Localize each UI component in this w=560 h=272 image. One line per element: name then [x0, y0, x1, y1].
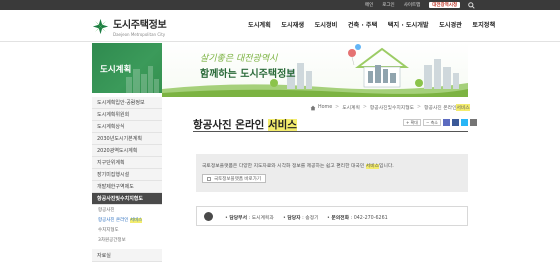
site-subtitle: Daejeon Metropolitan City — [113, 32, 166, 37]
info-text-end: 입니다. — [379, 164, 394, 169]
nav-building-housing[interactable]: 건축 · 주택 — [348, 20, 377, 29]
site-title: 도시주택정보 — [113, 20, 167, 31]
sitemap-link[interactable]: 사이트맵 — [404, 2, 421, 8]
buildings-illustration — [126, 66, 159, 93]
breadcrumb-level1[interactable]: 도시계획 — [342, 104, 360, 111]
print-icon[interactable] — [443, 119, 450, 126]
nav-urban-regeneration[interactable]: 도시재생 — [281, 20, 304, 29]
breadcrumb: Home > 도시계획 > 항공사진및수치지형도 > 항공사진 온라인 서비스 — [310, 104, 470, 111]
top-banner: 살기좋은 대전광역시 함께하는 도시주택정보 — [162, 43, 468, 97]
sidebar-menu: 도시계획입안·공람정보 도시계획위원회 도시계획상식 2030년도시기본계획 2… — [92, 97, 162, 262]
sidebar-item-greenbelt[interactable]: 개발제한구역제도 — [92, 181, 162, 193]
breadcrumb-home[interactable]: Home — [318, 105, 332, 110]
sidebar-sub-aerial-online-label: 항공사진 온라인 — [98, 218, 130, 223]
breadcrumb-current-highlight: 서비스 — [456, 104, 470, 111]
site-header: 도시주택정보 Daejeon Metropolitan City 도시계획 도시… — [0, 10, 560, 42]
sidebar-sub-digital-map[interactable]: 수치지형도 — [92, 225, 162, 235]
banner-slogan-main: 함께하는 도시주택정보 — [200, 69, 296, 80]
sidebar-item-2020-metro-plan[interactable]: 2020광역도시계획 — [92, 145, 162, 157]
person-field: • 담당자 : 송정기 — [283, 216, 319, 221]
person-label: 담당자 — [287, 216, 301, 221]
reduce-label: 축소 — [430, 119, 438, 125]
national-platform-link-label: 국토정보플랫폼 바로가기 — [214, 176, 261, 182]
twitter-icon[interactable] — [461, 119, 468, 126]
city-emblem-icon — [92, 18, 109, 35]
sidebar-item-plan-notice[interactable]: 도시계획입안·공람정보 — [92, 97, 162, 109]
title-divider — [193, 131, 468, 132]
external-link-icon — [207, 176, 211, 181]
section-title-panel: 도시계획 — [92, 43, 162, 93]
sidebar-item-district-plan[interactable]: 지구단위계획 — [92, 157, 162, 169]
share-icon[interactable] — [470, 119, 477, 126]
dept-field: • 담당부서 : 도시계획과 — [225, 216, 274, 221]
phone-label: 문의전화 — [331, 216, 350, 221]
breadcrumb-current: 항공사진 온라인 — [424, 106, 457, 111]
info-text-highlight: 서비스 — [365, 164, 380, 169]
page-title-highlight: 서비스 — [267, 119, 297, 131]
breadcrumb-level2[interactable]: 항공사진및수치지형도 — [370, 104, 414, 111]
sidebar-sub-aerial-photo[interactable]: 항공사진 — [92, 205, 162, 215]
info-box: 국토정보플랫폼은 다양한 지도자료와 시각화 정보를 제공하는 쉽고 편리한 대… — [196, 154, 468, 192]
sidebar-item-aerial-photos[interactable]: 항공사진및수치지형도 — [92, 193, 162, 205]
page-title: 항공사진 온라인 서비스 — [193, 117, 297, 132]
city-hall-link[interactable]: 대전광역시청 — [429, 2, 461, 8]
page-tools: + 확대 − 축소 — [403, 119, 477, 126]
breadcrumb-separator: > — [335, 105, 340, 110]
nav-land-policy[interactable]: 토지정책 — [472, 20, 495, 29]
enlarge-label: 확대 — [410, 119, 418, 125]
home-icon — [310, 105, 316, 110]
sidebar-item-planning-info[interactable]: 도시계획상식 — [92, 121, 162, 133]
login-link[interactable]: 로그인 — [382, 2, 394, 8]
dept-label: 담당부서 — [229, 216, 248, 221]
sidebar-sub-aerial-online[interactable]: 항공사진 온라인 서비스 — [92, 215, 162, 225]
sidebar-item-unexecuted-facilities[interactable]: 장기미집행시설 — [92, 169, 162, 181]
sidebar-sub-3d-info[interactable]: 3차원공간정보 — [92, 235, 162, 245]
nav-urban-maintenance[interactable]: 도시정비 — [315, 20, 338, 29]
dept-value: 도시계획과 — [251, 216, 274, 221]
main-nav: 도시계획 도시재생 도시정비 건축 · 주택 택지 · 도시개발 도시경관 토지… — [248, 20, 506, 29]
reduce-button[interactable]: − 축소 — [423, 119, 441, 126]
contact-icon — [204, 212, 213, 221]
banner-slogan-top: 살기좋은 대전광역시 — [200, 54, 278, 64]
national-platform-link-button[interactable]: 국토정보플랫폼 바로가기 — [202, 174, 266, 183]
breadcrumb-separator: > — [362, 105, 367, 110]
enlarge-button[interactable]: + 확대 — [403, 119, 421, 126]
sidebar-item-2030-basic-plan[interactable]: 2030년도시기본계획 — [92, 133, 162, 145]
phone-value: 042-270-6261 — [353, 216, 388, 221]
nav-urban-landscape[interactable]: 도시경관 — [439, 20, 462, 29]
utility-links: 메인 로그인 사이트맵 대전광역시청 — [356, 0, 477, 10]
page-title-text: 항공사진 온라인 — [193, 119, 268, 131]
person-value: 송정기 — [305, 216, 319, 221]
sidebar-item-archive[interactable]: 자료실 — [92, 249, 162, 262]
department-info: • 담당부서 : 도시계획과 • 담당자 : 송정기 • 문의전화 : 042-… — [196, 206, 468, 226]
sidebar-sub-aerial-online-highlight: 서비스 — [129, 218, 143, 223]
site-logo[interactable]: 도시주택정보 Daejeon Metropolitan City — [92, 16, 167, 37]
sidebar-item-committee[interactable]: 도시계획위원회 — [92, 109, 162, 121]
nav-urban-planning[interactable]: 도시계획 — [248, 20, 271, 29]
breadcrumb-separator: > — [417, 105, 422, 110]
info-text: 국토정보플랫폼은 다양한 지도자료와 시각화 정보를 제공하는 쉽고 편리한 대… — [202, 162, 394, 169]
search-icon[interactable] — [466, 0, 477, 10]
info-text-main: 국토정보플랫폼은 다양한 지도자료와 시각화 정보를 제공하는 쉽고 편리한 대… — [202, 164, 366, 169]
nav-land-development[interactable]: 택지 · 도시개발 — [388, 20, 429, 29]
page: 메인 로그인 사이트맵 대전광역시청 도시주택정보 Daejeon Metrop… — [0, 0, 560, 272]
facebook-icon[interactable] — [452, 119, 459, 126]
phone-field: • 문의전화 : 042-270-6261 — [327, 216, 388, 221]
home-link[interactable]: 메인 — [365, 2, 373, 8]
